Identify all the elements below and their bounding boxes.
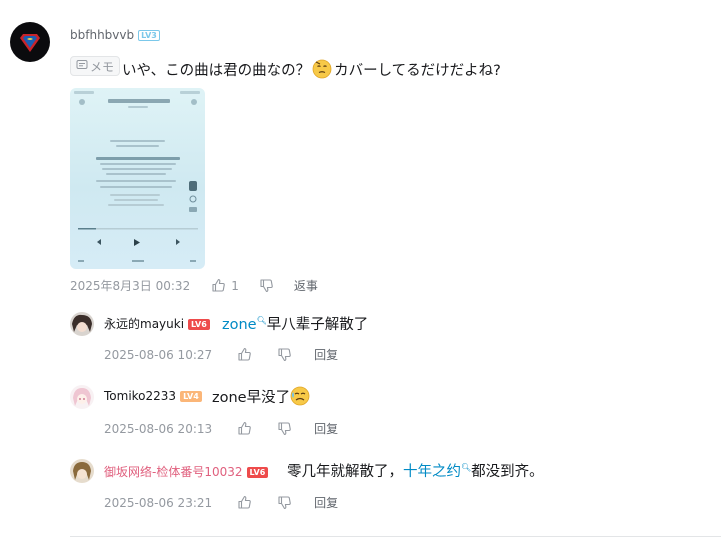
memo-tag[interactable]: メモ (70, 56, 121, 76)
reply-text-body: zone早没了 (212, 390, 291, 406)
avatar[interactable] (70, 312, 94, 336)
thumbs-down-icon[interactable] (277, 421, 292, 436)
reply-meta: 2025-08-06 10:27 回复 (104, 346, 338, 363)
memo-icon (76, 59, 88, 74)
thumbs-up-icon[interactable] (211, 278, 226, 293)
thumbs-down-icon[interactable] (277, 495, 292, 510)
reply-text: zone🔍︎早八辈子解散了 (222, 313, 368, 334)
reply-text: 零几年就解散了，十年之约🔍︎都没到齐。 (287, 460, 544, 481)
thumbs-down-icon[interactable] (259, 278, 274, 293)
search-icon: 🔍︎ (461, 463, 472, 473)
reply-button[interactable]: 返事 (294, 277, 318, 294)
comment-text: いや、この曲は君の曲なの？ カバーしてるだけだよね? (122, 59, 501, 80)
reply-text-part1: 零几年就解散了， (287, 464, 403, 480)
username[interactable]: Tomiko2233 LV4 (104, 389, 202, 403)
comment-timestamp: 2025年8月3日 00:32 (70, 279, 191, 293)
thumbs-up-icon[interactable] (237, 495, 252, 510)
reply-text: zone早没了 (212, 386, 312, 407)
avatar[interactable] (70, 459, 94, 483)
memo-label: メモ (90, 59, 115, 74)
username-text[interactable]: Tomiko2233 (104, 389, 176, 403)
comment-meta: 2025年8月3日 00:32 1 返事 (70, 277, 318, 294)
username-text[interactable]: 永远的mayuki (104, 317, 184, 331)
username[interactable]: 御坂网络-检体番号10032 LV6 (104, 463, 269, 480)
level-badge: LV3 (138, 30, 160, 41)
thumbs-up-icon[interactable] (237, 421, 252, 436)
reply-timestamp: 2025-08-06 20:13 (104, 421, 213, 436)
music-player-screenshot (74, 91, 200, 262)
reply-button[interactable]: 回复 (314, 494, 338, 511)
username[interactable]: 永远的mayuki LV6 (104, 315, 210, 332)
thumbs-down-icon[interactable] (277, 347, 292, 362)
reply-text-body: 早八辈子解散了 (266, 317, 369, 333)
reply-button[interactable]: 回复 (314, 346, 338, 363)
comment-text-part1: いや、この曲は君の曲なの？ (122, 63, 311, 79)
reply-text-part2: 都没到齐。 (471, 464, 544, 480)
avatar[interactable] (10, 22, 50, 62)
like-count: 1 (231, 278, 239, 293)
thinking-face-emoji (312, 59, 332, 79)
attached-screenshot[interactable] (70, 88, 205, 269)
search-link[interactable]: zone (222, 317, 257, 333)
username-text[interactable]: 御坂网络-检体番号10032 (104, 465, 243, 479)
level-badge: LV4 (180, 391, 202, 402)
reply-timestamp: 2025-08-06 10:27 (104, 347, 213, 362)
reply-timestamp: 2025-08-06 23:21 (104, 495, 213, 510)
level-badge: LV6 (188, 319, 210, 330)
divider (70, 536, 721, 537)
reply-meta: 2025-08-06 23:21 回复 (104, 494, 338, 511)
search-link[interactable]: 十年之约 (403, 464, 461, 480)
reply-button[interactable]: 回复 (314, 420, 338, 437)
avatar[interactable] (70, 385, 94, 409)
thumbs-up-icon[interactable] (237, 347, 252, 362)
level-badge: LV6 (246, 467, 269, 478)
username-text[interactable]: bbfhhbvvb (70, 28, 134, 42)
username[interactable]: bbfhhbvvb LV3 (70, 28, 160, 42)
comment-text-part2: カバーしてるだけだよね? (334, 63, 501, 79)
search-icon: 🔍︎ (256, 316, 267, 326)
reply-meta: 2025-08-06 20:13 回复 (104, 420, 338, 437)
crying-face-emoji (290, 386, 310, 406)
